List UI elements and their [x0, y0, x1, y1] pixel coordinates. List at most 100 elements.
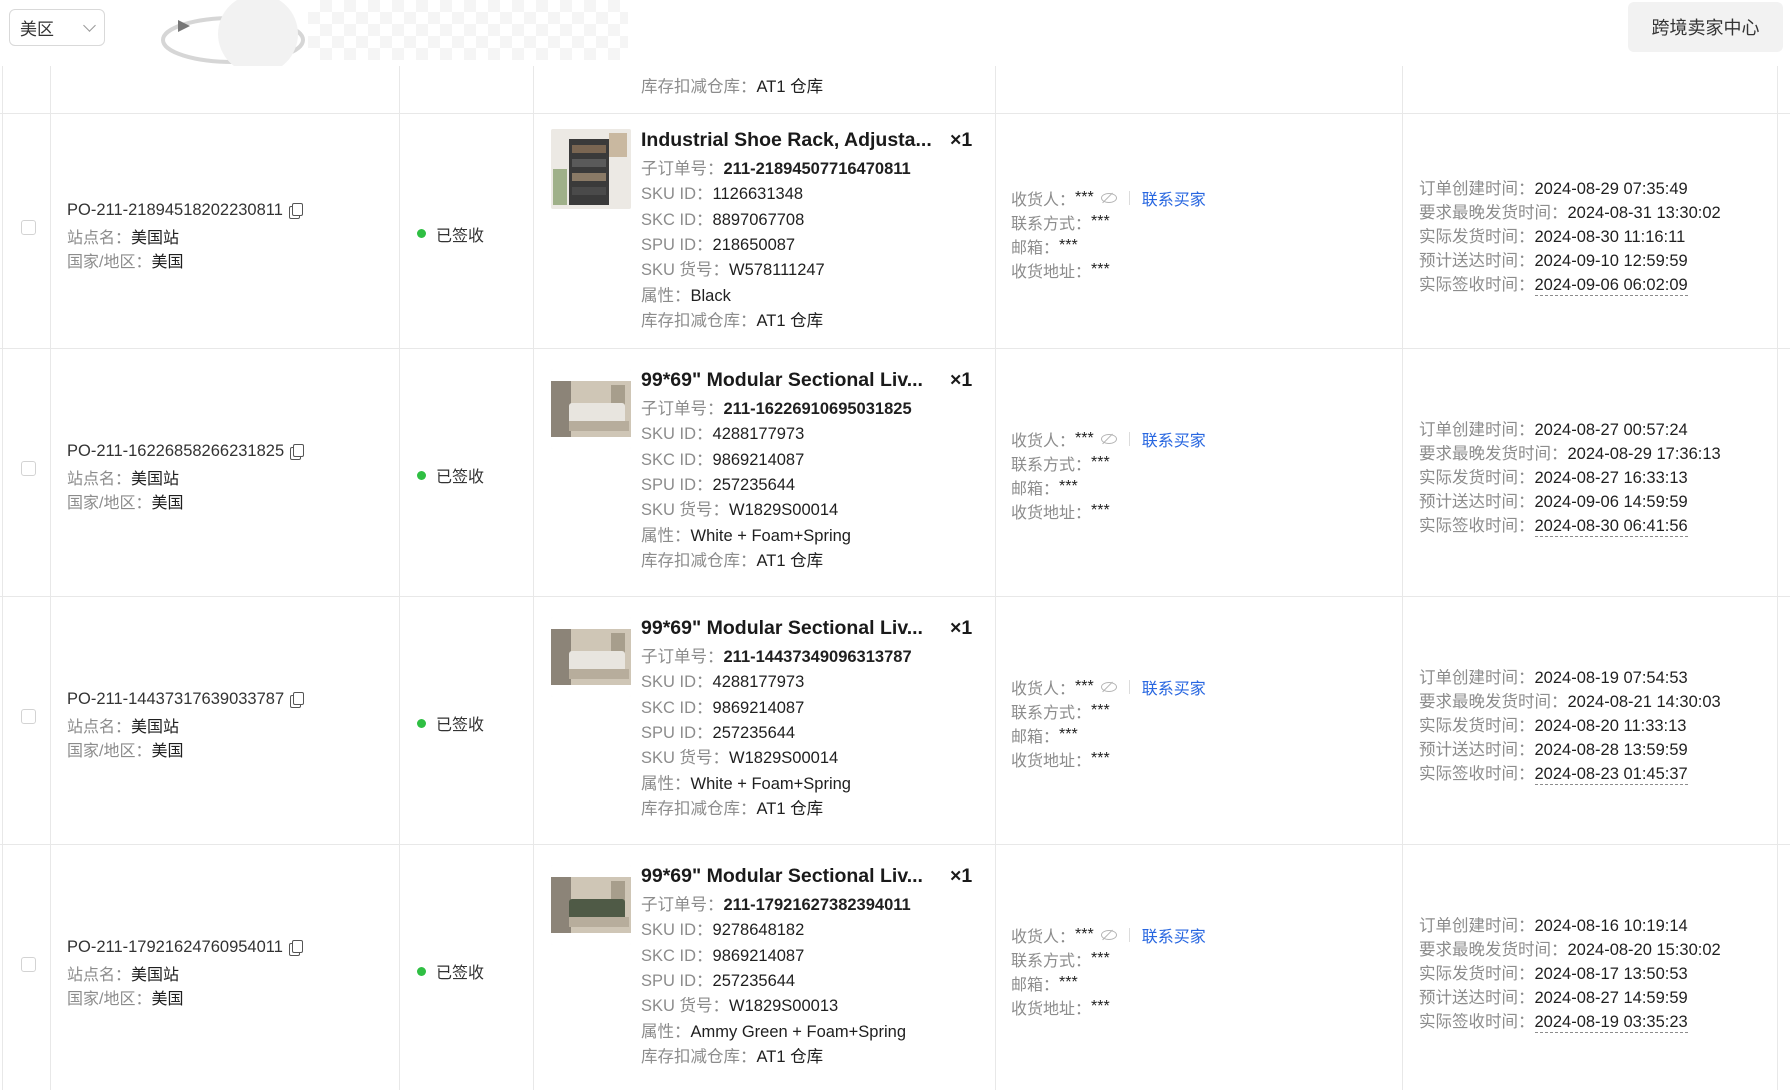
latest-ship-time-line: 要求最晚发货时间：2024-08-31 13:30:02: [1419, 203, 1721, 222]
status-text: 已签收: [436, 469, 485, 486]
order-id: PO-211-21894518202230811: [67, 200, 303, 220]
status-dot: [417, 966, 426, 976]
contact-buyer-link[interactable]: 联系买家: [1142, 923, 1206, 947]
actual-ship-time-line: 实际发货时间：2024-08-30 11:16:11: [1419, 227, 1686, 246]
product-quantity: ×1: [950, 369, 973, 391]
product-title[interactable]: 99*69" Modular Sectional Liv...: [641, 865, 941, 888]
address-line: 收货地址： ***: [1011, 998, 1110, 1018]
country-line: 国家/地区：美国: [67, 253, 184, 271]
receiver-cell: 收货人： *** 联系买家 联系方式： *** 邮箱： *** 收货地址： ***: [996, 349, 1403, 596]
divider: [1128, 680, 1130, 694]
divider: [1128, 928, 1130, 942]
sku-code-line: SKU 货号：W1829S00014: [641, 749, 839, 768]
latest-ship-time-line: 要求最晚发货时间：2024-08-21 14:30:03: [1419, 693, 1721, 711]
product-thumbnail[interactable]: [551, 617, 631, 697]
receiver-line: 收货人： *** 联系买家: [1011, 427, 1206, 451]
product-cell: 99*69" Modular Sectional Liv... ×1 子订单号：…: [534, 349, 996, 596]
copy-icon[interactable]: [288, 202, 303, 219]
row-checkbox[interactable]: [21, 461, 36, 476]
site-line: 站点名：美国站: [67, 471, 180, 488]
order-info-cell: PO-211-21894518202230811 站点名：美国站 国家/地区：美…: [51, 114, 400, 348]
product-quantity: ×1: [950, 865, 973, 887]
product-cell: 99*69" Modular Sectional Liv... ×1 子订单号：…: [534, 845, 996, 1090]
attribute-line: 属性：White + Foam+Spring: [641, 774, 851, 793]
checkbox-cell: [2, 597, 51, 844]
eye-off-icon[interactable]: [1100, 930, 1117, 940]
contact-buyer-link[interactable]: 联系买家: [1142, 186, 1206, 210]
row-checkbox[interactable]: [21, 957, 36, 972]
attribute-line: 属性：White + Foam+Spring: [641, 526, 851, 545]
row-checkbox[interactable]: [21, 219, 36, 235]
product-thumbnail[interactable]: [551, 865, 631, 945]
contact-line: 联系方式： ***: [1011, 950, 1110, 970]
contact-buyer-link[interactable]: 联系买家: [1142, 675, 1206, 699]
order-info-cell: PO-211-17921624760954011 站点名：美国站 国家/地区：美…: [51, 845, 400, 1090]
product-title[interactable]: 99*69" Modular Sectional Liv...: [641, 617, 941, 640]
product-cell: 99*69" Modular Sectional Liv... ×1 子订单号：…: [534, 597, 996, 844]
status-cell: 已签收: [400, 597, 534, 844]
order-id: PO-211-17921624760954011: [67, 938, 303, 957]
address-line: 收货地址： ***: [1011, 750, 1110, 770]
created-time-line: 订单创建时间：2024-08-19 07:54:53: [1419, 669, 1688, 687]
skc-id-line: SKC ID：9869214087: [641, 698, 805, 717]
copy-icon[interactable]: [290, 692, 305, 708]
eye-off-icon[interactable]: [1100, 434, 1117, 444]
product-thumbnail[interactable]: [551, 369, 631, 449]
actual-ship-time-line: 实际发货时间：2024-08-20 11:33:13: [1419, 717, 1687, 735]
email-line: 邮箱： ***: [1011, 236, 1078, 257]
spu-id-line: SPU ID：257235644: [641, 723, 796, 742]
status-cell: 已签收: [400, 114, 534, 348]
address-line: 收货地址： ***: [1011, 502, 1110, 522]
row-checkbox[interactable]: [21, 709, 36, 724]
sofa-image: [551, 617, 631, 697]
receiver-cell: 收货人： *** 联系买家 联系方式： *** 邮箱： *** 收货地址： ***: [996, 597, 1403, 844]
attribute-line: 属性：Ammy Green + Foam+Spring: [641, 1022, 906, 1041]
product-cell: Industrial Shoe Rack, Adjusta... ×1 子订单号…: [534, 114, 996, 348]
table-row: PO-211-14437317639033787 站点名：美国站 国家/地区：美…: [0, 597, 1790, 845]
signed-time-line: 实际签收时间：2024-08-23 01:45:37: [1419, 765, 1688, 785]
status-badge: 已签收: [417, 222, 484, 246]
actual-ship-time-line: 实际发货时间：2024-08-27 16:33:13: [1419, 469, 1688, 487]
product-quantity: ×1: [950, 129, 973, 151]
region-select[interactable]: 美区: [9, 9, 105, 46]
signed-time-line: 实际签收时间：2024-08-30 06:41:56: [1419, 517, 1688, 537]
skc-id-line: SKC ID：8897067708: [641, 210, 805, 229]
time-cell: 订单创建时间：2024-08-16 10:19:14 要求最晚发货时间：2024…: [1403, 845, 1778, 1090]
checkbox-cell: [2, 349, 51, 596]
contact-buyer-link[interactable]: 联系买家: [1142, 427, 1206, 451]
chevron-down-icon: [83, 18, 96, 32]
latest-ship-time-line: 要求最晚发货时间：2024-08-29 17:36:13: [1419, 445, 1721, 463]
region-select-value: 美区: [20, 20, 54, 39]
contact-line: 联系方式： ***: [1011, 454, 1110, 474]
warehouse-line: 库存扣减仓库：AT1 仓库: [641, 1047, 824, 1066]
product-title[interactable]: 99*69" Modular Sectional Liv...: [641, 369, 941, 392]
order-info-cell: PO-211-16226858266231825 站点名：美国站 国家/地区：美…: [51, 349, 400, 596]
product-title[interactable]: Industrial Shoe Rack, Adjusta...: [641, 129, 941, 152]
eye-off-icon[interactable]: [1100, 682, 1117, 692]
table-row: PO-211-16226858266231825 站点名：美国站 国家/地区：美…: [0, 349, 1790, 597]
status-text: 已签收: [436, 717, 485, 734]
product-quantity: ×1: [950, 617, 973, 639]
copy-icon[interactable]: [288, 940, 303, 956]
sofa-image: [551, 369, 631, 449]
email-line: 邮箱： ***: [1011, 974, 1078, 994]
signed-time-line: 实际签收时间：2024-09-06 06:02:09: [1419, 275, 1688, 296]
site-line: 站点名：美国站: [67, 967, 180, 984]
shoe-rack-image: [551, 129, 631, 209]
spu-id-line: SPU ID：257235644: [641, 475, 796, 494]
copy-icon[interactable]: [290, 444, 305, 460]
attribute-line: 属性：Black: [641, 286, 731, 305]
order-id-text: PO-211-21894518202230811: [67, 200, 283, 219]
warehouse-line: 库存扣减仓库：AT1 仓库: [641, 78, 824, 96]
order-id-text: PO-211-14437317639033787: [67, 690, 285, 708]
sku-id-line: SKU ID：9278648182: [641, 921, 805, 940]
country-line: 国家/地区：美国: [67, 991, 184, 1008]
contact-line: 联系方式： ***: [1011, 702, 1110, 722]
eye-off-icon[interactable]: [1100, 192, 1117, 203]
seller-center-button[interactable]: 跨境卖家中心: [1628, 2, 1783, 52]
product-thumbnail[interactable]: [551, 129, 631, 209]
status-badge: 已签收: [417, 959, 484, 983]
sub-order-line: 子订单号：211-16226910695031825: [641, 400, 912, 418]
spu-id-line: SPU ID：218650087: [641, 235, 796, 254]
sku-id-line: SKU ID：4288177973: [641, 673, 805, 692]
